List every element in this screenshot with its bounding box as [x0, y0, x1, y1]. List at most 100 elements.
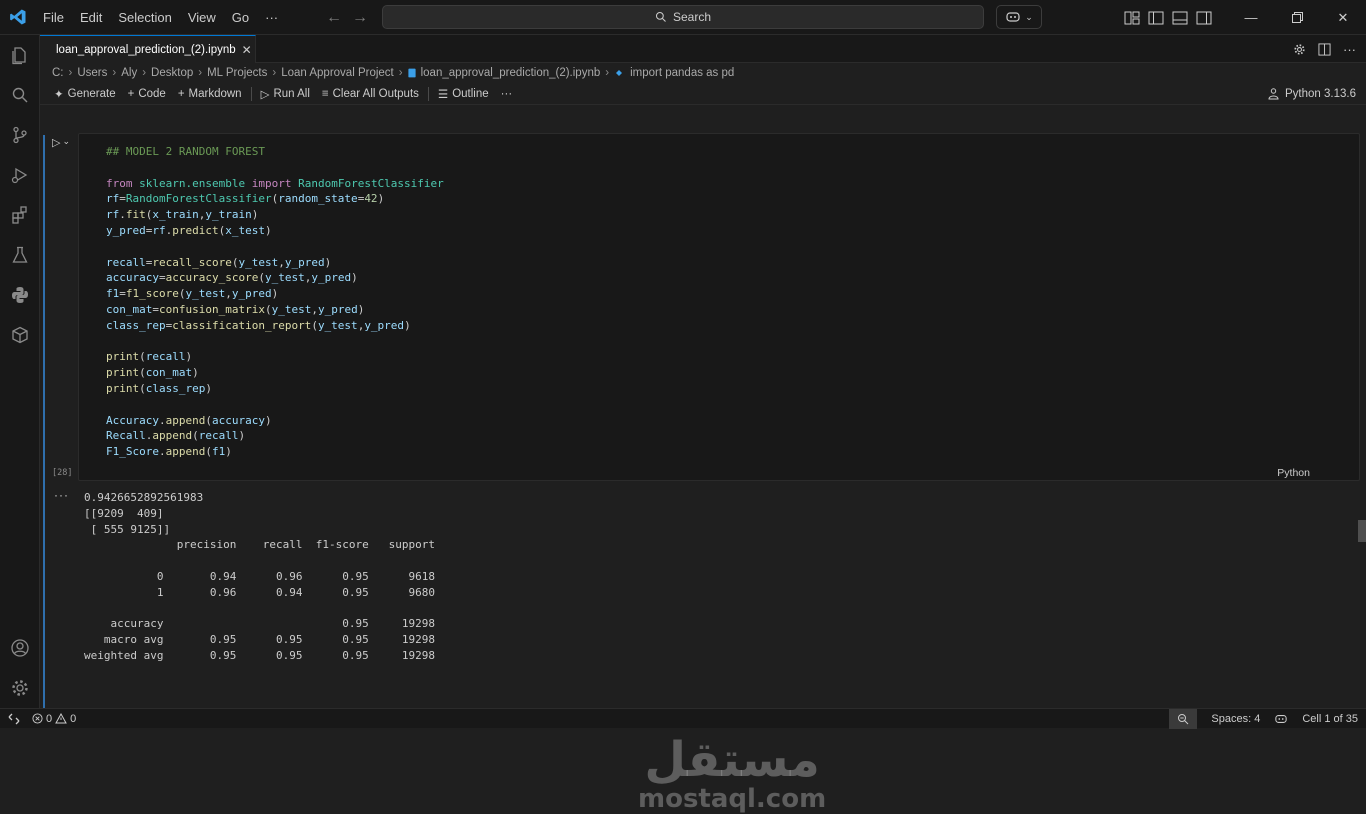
menu-edit[interactable]: Edit: [72, 0, 110, 35]
code-line: f1=f1_score(y_test,y_pred): [106, 287, 279, 301]
scrollbar-thumb[interactable]: [1358, 520, 1366, 542]
breadcrumb: C: › Users › Aly › Desktop › ML Projects › Lo…: [40, 63, 1366, 83]
breadcrumb-file[interactable]: loan_approval_prediction_(2).ipynb: [421, 67, 601, 79]
close-icon[interactable]: ✕: [242, 43, 252, 57]
account-icon[interactable]: [0, 628, 40, 668]
plus-icon: +: [177, 87, 185, 100]
chevron-right-icon: ›: [112, 67, 117, 79]
indentation-status[interactable]: Spaces: 4: [1211, 713, 1260, 725]
toggle-panel-icon[interactable]: [1172, 11, 1188, 25]
code-line: ## MODEL 2 RANDOM FOREST: [106, 145, 265, 158]
zoom-icon[interactable]: [1169, 709, 1198, 729]
output-line: 0.9426652892561983: [84, 491, 204, 504]
code-line: print(recall): [106, 350, 193, 364]
search-icon: [655, 11, 666, 22]
problems-indicator[interactable]: 0 0: [28, 713, 76, 725]
menu-bar: File Edit Selection View Go ···: [35, 0, 286, 35]
containers-icon[interactable]: [0, 315, 40, 355]
minimize-icon[interactable]: —: [1228, 0, 1274, 35]
cell-position-status[interactable]: Cell 1 of 35: [1302, 713, 1358, 725]
kernel-picker[interactable]: Python 3.13.6: [1268, 83, 1356, 105]
breadcrumb-user[interactable]: Aly: [121, 67, 137, 79]
output-line: [ 555 9125]]: [84, 522, 171, 536]
code-line: rf.fit(x_train,y_train): [106, 208, 259, 222]
copilot-status-icon[interactable]: [1274, 713, 1288, 725]
toggle-secondary-sidebar-icon[interactable]: [1196, 11, 1212, 25]
menu-more[interactable]: ···: [257, 0, 286, 35]
markdown-label: Markdown: [188, 87, 242, 100]
code-line: y_pred=rf.predict(x_test): [106, 223, 272, 237]
restore-icon[interactable]: [1274, 0, 1320, 35]
activity-bar-bottom: [0, 628, 40, 708]
menu-go[interactable]: Go: [224, 0, 257, 35]
manage-gear-icon[interactable]: [0, 668, 40, 708]
toolbar-divider: [427, 86, 429, 101]
explorer-icon[interactable]: [0, 35, 40, 75]
extensions-icon[interactable]: [0, 195, 40, 235]
cell-output: 0.9426652892561983 [[9209 409] [ 555 912…: [84, 490, 435, 664]
watermark-arabic: مستقل: [644, 732, 820, 788]
cell-language-label[interactable]: Python: [1277, 467, 1310, 479]
kernel-icon: [1268, 88, 1279, 100]
split-editor-icon[interactable]: [1318, 42, 1331, 56]
output-line: [[9209 409]: [84, 506, 164, 520]
code-line: from sklearn.ensemble import RandomFores…: [106, 176, 444, 190]
more-actions-icon[interactable]: ···: [1343, 42, 1356, 57]
chevron-right-icon: ›: [272, 67, 277, 79]
output-line: precision recall f1-score support: [84, 538, 435, 552]
close-window-icon[interactable]: ✕: [1320, 0, 1366, 35]
output-actions-icon[interactable]: ···: [54, 488, 69, 502]
forward-arrow-icon[interactable]: →: [352, 9, 368, 27]
back-arrow-icon[interactable]: ←: [326, 9, 342, 27]
breadcrumb-desktop[interactable]: Desktop: [151, 67, 193, 79]
breadcrumb-ml-projects[interactable]: ML Projects: [207, 67, 267, 79]
settings-gear-icon[interactable]: [1293, 43, 1306, 56]
title-bar: File Edit Selection View Go ··· ← → Sear…: [0, 0, 1366, 35]
status-bar: 0 0 Spaces: 4 Cell 1 of 35: [0, 708, 1366, 729]
code-line: con_mat=confusion_matrix(y_test,y_pred): [106, 302, 365, 316]
menu-file[interactable]: File: [35, 0, 72, 35]
breadcrumb-drive[interactable]: C:: [52, 67, 64, 79]
clear-outputs-button[interactable]: ≡ Clear All Outputs: [316, 88, 425, 100]
activity-bar: [0, 35, 40, 708]
chevron-down-icon[interactable]: ⌄: [62, 136, 70, 149]
run-cell-button[interactable]: ▷ ⌄: [52, 136, 70, 149]
code-content[interactable]: ## MODEL 2 RANDOM FOREST from sklearn.en…: [106, 144, 444, 460]
breadcrumb-cell[interactable]: import pandas as pd: [630, 67, 734, 79]
search-sidebar-icon[interactable]: [0, 75, 40, 115]
customize-layout-icon[interactable]: [1124, 11, 1140, 25]
navigation-arrows: ← →: [326, 0, 368, 35]
command-center-search[interactable]: Search: [382, 5, 984, 29]
warning-count: 0: [70, 712, 77, 725]
add-code-button[interactable]: + Code: [122, 88, 172, 100]
breadcrumb-users[interactable]: Users: [77, 67, 107, 79]
remote-icon[interactable]: [0, 709, 28, 729]
copilot-button[interactable]: ⌄: [996, 5, 1042, 29]
outline-button[interactable]: ☰ Outline: [432, 87, 495, 101]
generate-button[interactable]: ✦ Generate: [48, 87, 122, 101]
add-markdown-button[interactable]: + Markdown: [172, 88, 248, 100]
chevron-right-icon: ›: [142, 67, 147, 79]
toolbar-more-button[interactable]: ···: [495, 88, 519, 100]
python-icon[interactable]: [0, 275, 40, 315]
editor-actions: ···: [1293, 35, 1356, 63]
error-icon: [32, 713, 43, 724]
tab-notebook[interactable]: loan_approval_prediction_(2).ipynb ✕: [40, 35, 256, 63]
breadcrumb-project[interactable]: Loan Approval Project: [281, 67, 394, 79]
notebook-file-icon: [407, 68, 416, 78]
code-line: print(class_rep): [106, 381, 212, 395]
play-icon: ▷: [52, 137, 61, 149]
run-all-label: Run All: [273, 87, 310, 100]
menu-view[interactable]: View: [180, 0, 224, 35]
code-cell-icon: [616, 70, 623, 76]
run-all-button[interactable]: ▷ Run All: [255, 87, 316, 101]
testing-icon[interactable]: [0, 235, 40, 275]
run-debug-icon[interactable]: [0, 155, 40, 195]
toggle-primary-sidebar-icon[interactable]: [1148, 11, 1164, 25]
tab-label: loan_approval_prediction_(2).ipynb: [56, 43, 236, 56]
source-control-icon[interactable]: [0, 115, 40, 155]
code-cell-editor[interactable]: ## MODEL 2 RANDOM FOREST from sklearn.en…: [78, 133, 1360, 481]
menu-selection[interactable]: Selection: [110, 0, 179, 35]
code-line: recall=recall_score(y_test,y_pred): [106, 255, 332, 269]
kernel-label: Python 3.13.6: [1285, 88, 1356, 100]
